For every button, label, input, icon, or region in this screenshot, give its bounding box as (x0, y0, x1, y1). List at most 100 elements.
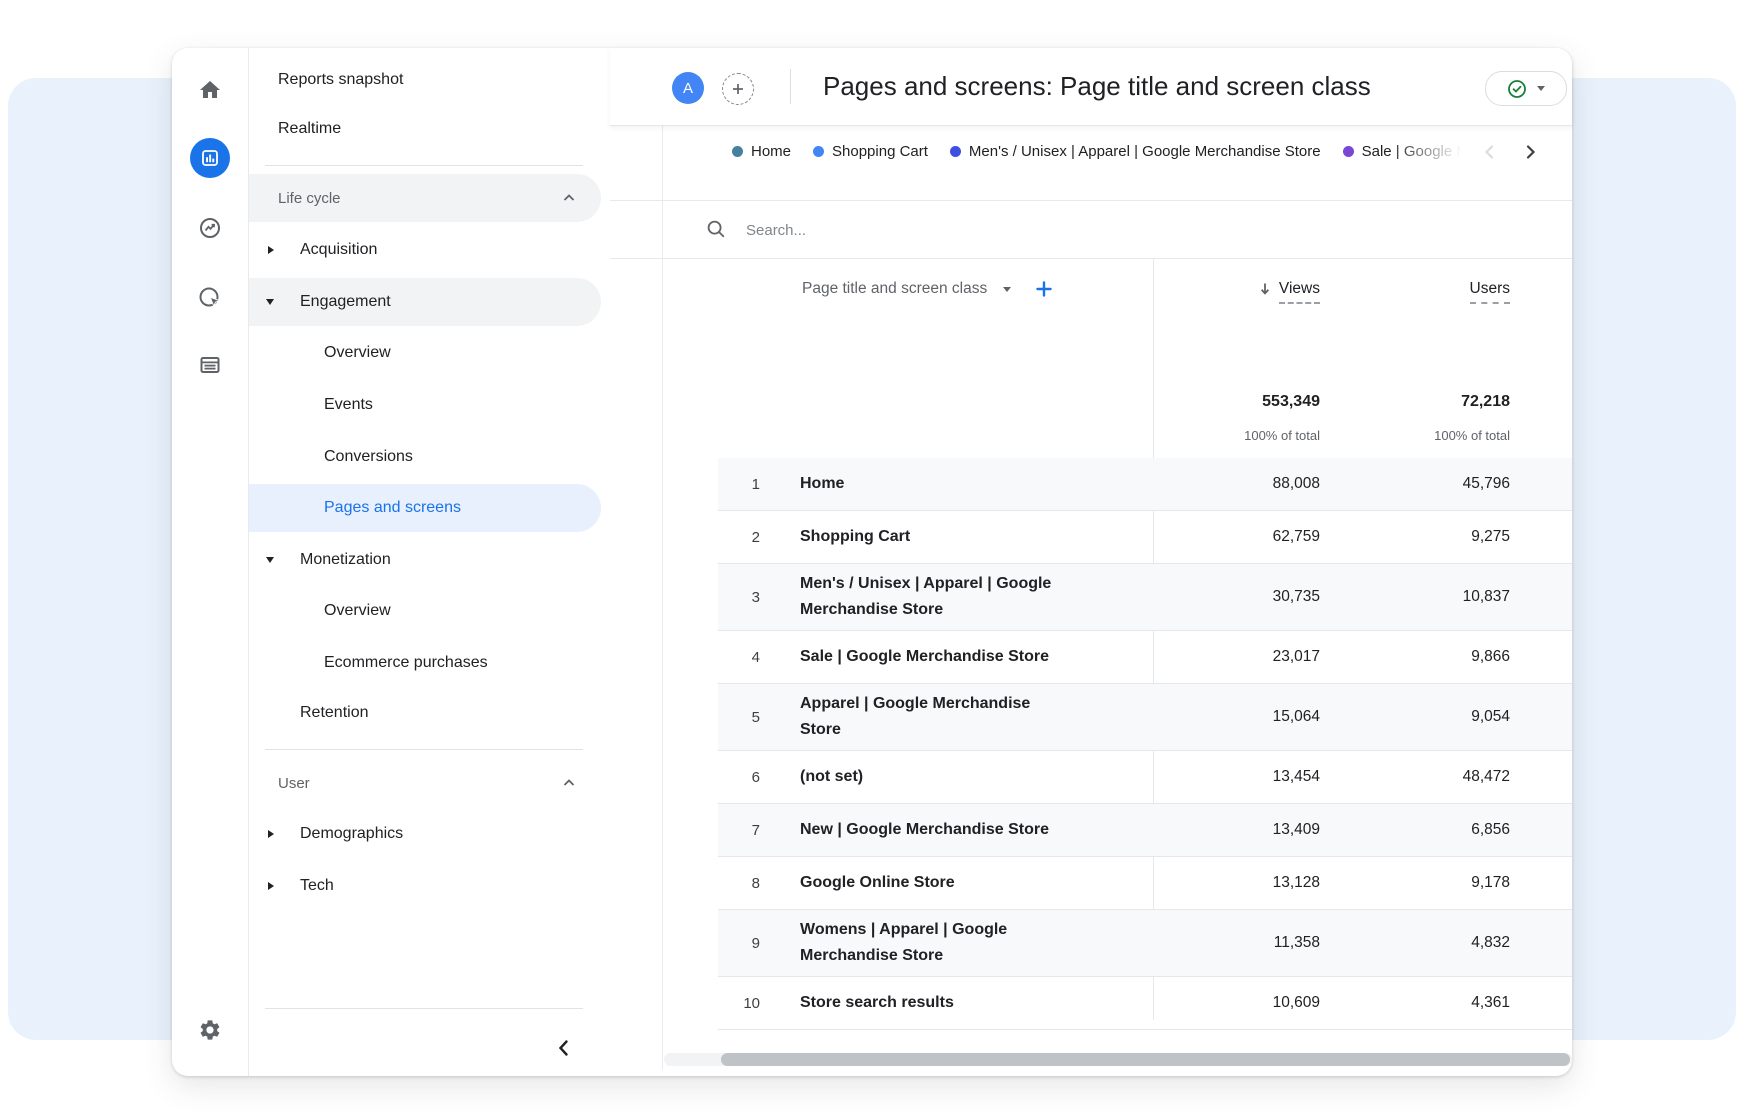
views-column-header[interactable]: Views (1257, 280, 1320, 304)
sidebar-section-user[interactable]: User (249, 763, 601, 803)
legend-item: Sale | Google Merchandise Store (1343, 143, 1462, 160)
page-title: Pages and screens: Page title and screen… (823, 48, 1371, 125)
sort-desc-icon (1257, 281, 1273, 297)
row-rank: 2 (718, 529, 760, 546)
dropdown-caret-icon (1537, 86, 1545, 91)
collapse-sidebar-icon[interactable] (552, 1036, 576, 1060)
chart-legend-row: Home Shopping Cart Men's / Unisex | Appa… (610, 125, 1572, 201)
add-dimension-icon[interactable] (1035, 280, 1053, 298)
row-views: 13,454 (1170, 768, 1320, 786)
users-total-share: 100% of total (1434, 428, 1510, 443)
report-header: A Pages and screens: Page title and scre… (610, 48, 1572, 126)
collapsed-triangle-icon (268, 882, 274, 890)
search-input[interactable] (744, 214, 1448, 246)
legend-item: Home (732, 143, 791, 160)
horizontal-scrollbar-thumb[interactable] (721, 1053, 1570, 1066)
table-body: 1 Home 88,008 45,796 2 Shopping Cart 62,… (718, 458, 1572, 1030)
analytics-window: Reports snapshot Realtime Life cycle Acq… (172, 48, 1572, 1076)
row-label: Men's / Unisex | Apparel | Google Mercha… (760, 571, 1170, 623)
sidebar-section-life-cycle[interactable]: Life cycle (249, 174, 601, 222)
row-label: Apparel | Google Merchandise Store (760, 691, 1170, 743)
table-row: 5 Apparel | Google Merchandise Store 15,… (718, 684, 1572, 751)
legend-label: Home (751, 143, 791, 160)
item-label: Tech (249, 877, 334, 895)
legend-label: Sale | Google Merchandise Store (1362, 143, 1462, 160)
sidebar-item-engagement[interactable]: Engagement (249, 278, 601, 326)
table-row: 4 Sale | Google Merchandise Store 23,017… (718, 631, 1572, 684)
avatar[interactable]: A (672, 72, 704, 104)
row-users: 9,178 (1320, 874, 1510, 892)
row-views: 13,409 (1170, 821, 1320, 839)
collapsed-triangle-icon (268, 246, 274, 254)
expanded-triangle-icon (266, 299, 274, 305)
sidebar-item-demographics[interactable]: Demographics (249, 814, 601, 854)
chevron-up-icon[interactable] (561, 190, 577, 211)
row-users: 4,832 (1320, 934, 1510, 952)
add-comparison-icon[interactable] (722, 73, 754, 105)
table-row: 6 (not set) 13,454 48,472 (718, 751, 1572, 804)
row-rank: 10 (718, 995, 760, 1012)
sidebar-item-pages-and-screens-selected[interactable]: Pages and screens (249, 484, 601, 532)
sidebar-divider (265, 749, 583, 750)
data-quality-button[interactable] (1485, 71, 1567, 106)
dimension-header-label: Page title and screen class (802, 280, 987, 298)
views-header-label: Views (1279, 280, 1320, 304)
table-row: 8 Google Online Store 13,128 9,178 (718, 857, 1572, 910)
sidebar-item-reports-snapshot[interactable]: Reports snapshot (249, 60, 630, 100)
legend-dot (950, 146, 961, 157)
row-users: 9,054 (1320, 708, 1510, 726)
row-views: 30,735 (1170, 588, 1320, 606)
dimension-header-dropdown[interactable]: Page title and screen class (802, 280, 1053, 298)
table-row: 2 Shopping Cart 62,759 9,275 (718, 511, 1572, 564)
legend-prev-icon[interactable] (1478, 140, 1502, 164)
settings-gear-icon[interactable] (198, 1018, 222, 1042)
legend-dot (732, 146, 743, 157)
row-users: 9,275 (1320, 528, 1510, 546)
sidebar-divider (265, 1008, 583, 1009)
chevron-up-icon[interactable] (561, 775, 577, 796)
explore-icon[interactable] (198, 216, 222, 240)
row-users: 48,472 (1320, 768, 1510, 786)
row-label: Sale | Google Merchandise Store (760, 644, 1170, 670)
header-divider (790, 69, 791, 104)
row-rank: 9 (718, 935, 760, 952)
row-label: Google Online Store (760, 870, 1170, 896)
section-label: Life cycle (249, 190, 341, 207)
table-row: 7 New | Google Merchandise Store 13,409 … (718, 804, 1572, 857)
sidebar-item-monetization[interactable]: Monetization (249, 540, 601, 580)
row-views: 13,128 (1170, 874, 1320, 892)
row-users: 9,866 (1320, 648, 1510, 666)
sidebar-item-retention[interactable]: Retention (249, 693, 601, 733)
row-rank: 8 (718, 875, 760, 892)
row-label: (not set) (760, 764, 1170, 790)
sidebar-item-tech[interactable]: Tech (249, 866, 601, 906)
legend-next-icon[interactable] (1518, 140, 1542, 164)
sidebar-item-realtime[interactable]: Realtime (249, 109, 630, 149)
legend-dot (813, 146, 824, 157)
table-row: 9 Womens | Apparel | Google Merchandise … (718, 910, 1572, 977)
sidebar-divider (265, 165, 583, 166)
table-row: 3 Men's / Unisex | Apparel | Google Merc… (718, 564, 1572, 631)
item-label: Pages and screens (249, 499, 461, 517)
legend-label: Shopping Cart (832, 143, 928, 160)
users-column-header[interactable]: Users (1470, 280, 1510, 304)
home-icon[interactable] (198, 78, 222, 102)
row-views: 88,008 (1170, 475, 1320, 493)
verified-check-icon (1507, 79, 1527, 99)
legend-label: Men's / Unisex | Apparel | Google Mercha… (969, 143, 1321, 160)
row-rank: 7 (718, 822, 760, 839)
row-views: 11,358 (1170, 934, 1320, 952)
collapsed-triangle-icon (268, 830, 274, 838)
row-label: Store search results (760, 990, 1170, 1016)
search-icon (706, 219, 726, 244)
legend-item: Men's / Unisex | Apparel | Google Mercha… (950, 143, 1321, 160)
sidebar-item-acquisition[interactable]: Acquisition (249, 230, 601, 270)
row-users: 4,361 (1320, 994, 1510, 1012)
report-content: Home Shopping Cart Men's / Unisex | Appa… (610, 125, 1572, 1076)
users-total: 72,218 (1461, 393, 1510, 411)
reports-icon[interactable] (190, 138, 230, 178)
row-views: 10,609 (1170, 994, 1320, 1012)
library-icon[interactable] (198, 353, 222, 377)
advertising-icon[interactable] (198, 286, 222, 310)
item-label: Retention (249, 704, 369, 722)
